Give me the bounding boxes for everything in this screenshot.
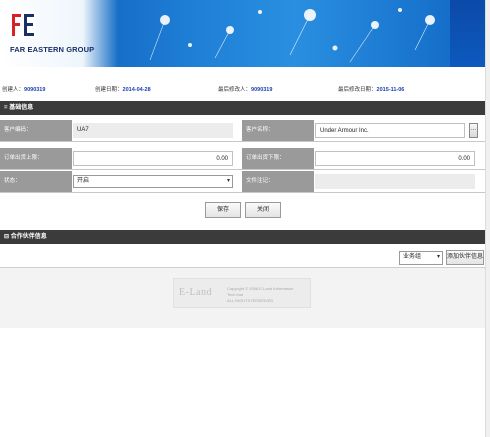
copyright-line-2: ALL RIGHTS RESERVED — [227, 298, 274, 303]
fe-logo-icon — [10, 12, 36, 38]
partner-toolbar: 业务组 ▾ 添加伙伴信息 — [0, 248, 485, 268]
form-row-order-limits: 订单出货上限： 0.00 订单出货下限： 0.00 — [0, 148, 485, 170]
customer-code-label: 客户编码： — [0, 120, 72, 141]
created-date-label: 创建日期： — [95, 87, 123, 93]
form-row-customer: 客户编码： UA7 客户名称： Under Armour Inc. ... — [0, 120, 485, 142]
file-mark-label: 文件注记： — [242, 171, 314, 192]
close-button[interactable]: 关闭 — [245, 202, 281, 218]
creator-info: 创建人：9090319 — [2, 85, 45, 93]
last-modifier-value: 9090319 — [251, 87, 273, 93]
copyright-text: Copyright © 2008 E-Land Information Tech… — [227, 286, 310, 304]
customer-name-label: 客户名称： — [242, 120, 314, 141]
created-date-value: 2014-04-28 — [122, 87, 151, 93]
status-label: 状态： — [0, 171, 72, 192]
customer-code-field[interactable]: UA7 — [73, 123, 233, 138]
created-date-info: 创建日期：2014-04-28 — [95, 85, 151, 93]
partner-section-header[interactable]: ⊟ 合作伙伴信息 — [0, 230, 485, 244]
basic-info-title: 基础信息 — [9, 105, 34, 111]
partner-type-value: 业务组 — [403, 254, 422, 260]
order-upper-label: 订单出货上限： — [0, 148, 72, 169]
collapse-icon[interactable]: = — [4, 105, 8, 111]
creator-label: 创建人： — [2, 87, 25, 93]
file-mark-field[interactable] — [315, 174, 475, 189]
form-row-status: 状态： 开启 ▾ 文件注记： — [0, 171, 485, 193]
partner-type-select[interactable]: 业务组 ▾ — [399, 251, 443, 265]
action-button-row: 保存 关闭 — [0, 197, 485, 224]
copyright-line-1: Copyright © 2008 E-Land Information Tech… — [227, 286, 294, 297]
expand-icon[interactable]: ⊟ — [4, 234, 9, 240]
dandelion-decoration — [149, 8, 435, 63]
chevron-down-icon[interactable]: ▾ — [227, 176, 230, 187]
last-modifier-info: 最后修改人：9090319 — [218, 85, 272, 93]
customer-name-field[interactable]: Under Armour Inc. — [315, 123, 465, 138]
save-button[interactable]: 保存 — [205, 202, 241, 218]
add-partner-button[interactable]: 添加伙伴信息 — [446, 250, 484, 265]
last-modified-date-info: 最后修改日期：2015-11-06 — [338, 85, 404, 93]
last-modifier-label: 最后修改人： — [218, 87, 252, 93]
header-banner: FAR EASTERN GROUP — [0, 0, 490, 67]
footer-copyright-box: E-Land Copyright © 2008 E-Land Informati… — [173, 278, 311, 308]
order-lower-label: 订单出货下限： — [242, 148, 314, 169]
creator-value: 9090319 — [24, 87, 46, 93]
chevron-down-icon[interactable]: ▾ — [437, 252, 440, 263]
company-name: FAR EASTERN GROUP — [10, 45, 95, 54]
status-select[interactable]: 开启 ▾ — [73, 175, 233, 188]
last-modified-date-label: 最后修改日期： — [338, 87, 377, 93]
record-info-row: 创建人：9090319 创建日期：2014-04-28 最后修改人：909031… — [0, 85, 490, 95]
partner-title: 合作伙伴信息 — [10, 234, 47, 240]
basic-info-section-header[interactable]: = 基础信息 — [0, 101, 485, 115]
order-lower-field[interactable]: 0.00 — [315, 151, 475, 166]
status-select-value: 开启 — [77, 178, 90, 184]
eland-logo: E-Land — [179, 287, 212, 298]
banner-right-panel — [450, 0, 490, 67]
order-upper-field[interactable]: 0.00 — [73, 151, 233, 166]
last-modified-date-value: 2015-11-06 — [376, 87, 405, 93]
logo-area: FAR EASTERN GROUP — [0, 0, 118, 67]
vertical-scrollbar[interactable] — [485, 0, 490, 437]
customer-lookup-button[interactable]: ... — [469, 123, 478, 138]
